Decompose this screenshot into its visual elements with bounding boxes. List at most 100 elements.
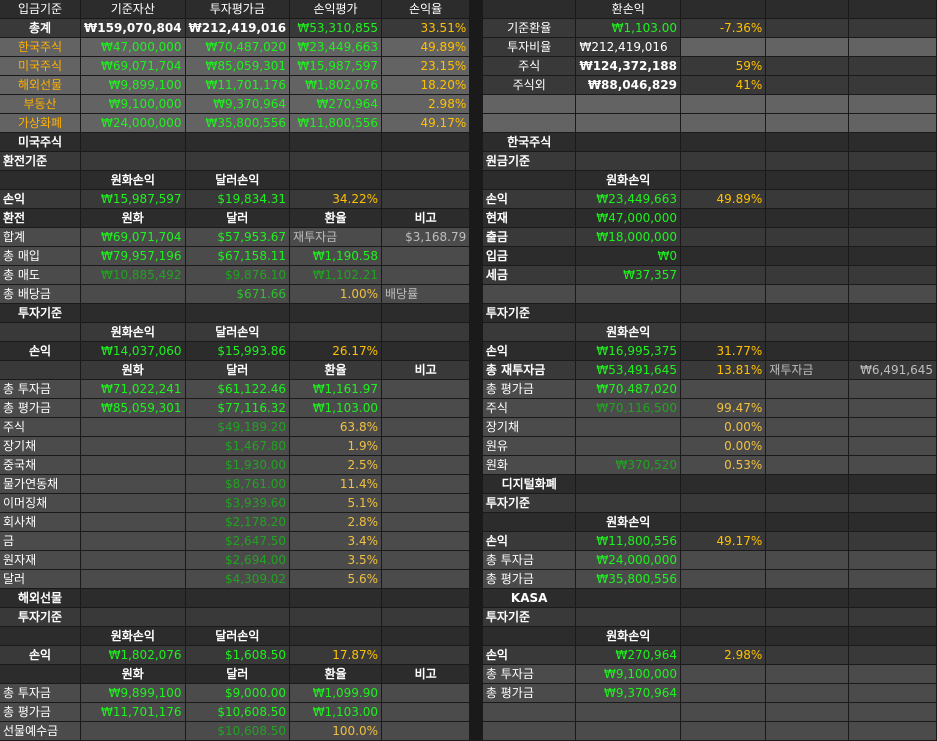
sheet-cell[interactable] bbox=[765, 227, 849, 247]
sheet-cell[interactable]: 투자기준 bbox=[0, 607, 82, 627]
sheet-cell[interactable]: 재투자금 bbox=[765, 360, 849, 380]
sheet-cell[interactable] bbox=[848, 151, 937, 171]
sheet-cell[interactable]: $10,608.50 bbox=[185, 702, 291, 722]
sheet-cell[interactable] bbox=[381, 417, 471, 437]
sheet-cell[interactable] bbox=[381, 436, 471, 456]
sheet-cell[interactable] bbox=[575, 417, 681, 437]
sheet-cell[interactable]: ₩85,059,301 bbox=[185, 56, 291, 76]
sheet-cell[interactable] bbox=[185, 588, 291, 608]
sheet-cell[interactable] bbox=[680, 512, 767, 532]
sheet-cell[interactable]: 손익 bbox=[482, 531, 577, 551]
sheet-cell[interactable] bbox=[848, 588, 937, 608]
sheet-cell[interactable] bbox=[765, 436, 849, 456]
sheet-cell[interactable] bbox=[680, 0, 767, 19]
sheet-cell[interactable]: 비고 bbox=[381, 360, 471, 380]
sheet-cell[interactable] bbox=[381, 151, 471, 171]
sheet-cell[interactable] bbox=[765, 56, 849, 76]
sheet-cell[interactable] bbox=[848, 683, 937, 703]
sheet-cell[interactable]: 원화 bbox=[80, 664, 186, 684]
sheet-cell[interactable] bbox=[765, 569, 849, 589]
sheet-cell[interactable]: ₩9,370,964 bbox=[185, 94, 291, 114]
sheet-cell[interactable]: $15,993.86 bbox=[185, 341, 291, 361]
sheet-cell[interactable]: ₩24,000,000 bbox=[80, 113, 186, 133]
sheet-cell[interactable] bbox=[765, 645, 849, 665]
sheet-cell[interactable]: 장기채 bbox=[0, 436, 82, 456]
sheet-cell[interactable] bbox=[289, 607, 382, 627]
sheet-cell[interactable]: 현재 bbox=[482, 208, 577, 228]
sheet-cell[interactable] bbox=[765, 246, 849, 266]
sheet-cell[interactable]: 2.5% bbox=[289, 455, 382, 475]
sheet-cell[interactable] bbox=[848, 702, 937, 722]
sheet-cell[interactable] bbox=[381, 512, 471, 532]
sheet-cell[interactable] bbox=[765, 379, 849, 399]
sheet-cell[interactable] bbox=[848, 379, 937, 399]
sheet-cell[interactable] bbox=[482, 512, 577, 532]
sheet-cell[interactable] bbox=[765, 721, 849, 741]
sheet-cell[interactable]: 1.00% bbox=[289, 284, 382, 304]
sheet-cell[interactable]: 투자기준 bbox=[0, 303, 82, 323]
sheet-cell[interactable] bbox=[765, 151, 849, 171]
sheet-cell[interactable] bbox=[381, 265, 471, 285]
sheet-cell[interactable] bbox=[575, 284, 681, 304]
sheet-cell[interactable]: ₩70,487,020 bbox=[185, 37, 291, 57]
sheet-cell[interactable]: ₩6,491,645 bbox=[848, 360, 937, 380]
sheet-cell[interactable] bbox=[848, 436, 937, 456]
sheet-cell[interactable] bbox=[185, 303, 291, 323]
sheet-cell[interactable] bbox=[680, 493, 767, 513]
sheet-cell[interactable]: 세금 bbox=[482, 265, 577, 285]
sheet-cell[interactable] bbox=[680, 550, 767, 570]
sheet-cell[interactable] bbox=[289, 303, 382, 323]
sheet-cell[interactable]: 99.47% bbox=[680, 398, 767, 418]
sheet-cell[interactable]: ₩1,802,076 bbox=[80, 645, 186, 665]
sheet-cell[interactable] bbox=[680, 322, 767, 342]
sheet-cell[interactable] bbox=[765, 607, 849, 627]
sheet-cell[interactable]: ₩23,449,663 bbox=[289, 37, 382, 57]
sheet-cell[interactable]: 원화손익 bbox=[575, 626, 681, 646]
sheet-cell[interactable] bbox=[848, 550, 937, 570]
sheet-cell[interactable] bbox=[0, 626, 82, 646]
sheet-cell[interactable] bbox=[848, 569, 937, 589]
sheet-cell[interactable]: 비고 bbox=[381, 208, 471, 228]
sheet-cell[interactable]: 18.20% bbox=[381, 75, 471, 95]
sheet-cell[interactable] bbox=[680, 588, 767, 608]
sheet-cell[interactable] bbox=[680, 170, 767, 190]
sheet-cell[interactable] bbox=[482, 322, 577, 342]
sheet-cell[interactable]: 달러 bbox=[185, 360, 291, 380]
sheet-cell[interactable] bbox=[482, 702, 577, 722]
sheet-cell[interactable]: ₩14,037,060 bbox=[80, 341, 186, 361]
sheet-cell[interactable] bbox=[765, 474, 849, 494]
sheet-cell[interactable]: 총 투자금 bbox=[482, 550, 577, 570]
sheet-cell[interactable] bbox=[680, 132, 767, 152]
sheet-cell[interactable] bbox=[765, 94, 849, 114]
sheet-cell[interactable]: 주식 bbox=[482, 56, 577, 76]
sheet-cell[interactable] bbox=[765, 512, 849, 532]
sheet-cell[interactable]: 미국주식 bbox=[0, 56, 82, 76]
sheet-cell[interactable]: 49.17% bbox=[381, 113, 471, 133]
sheet-cell[interactable]: 49.89% bbox=[381, 37, 471, 57]
sheet-cell[interactable]: 총 매도 bbox=[0, 265, 82, 285]
sheet-cell[interactable] bbox=[848, 113, 937, 133]
sheet-cell[interactable] bbox=[848, 531, 937, 551]
sheet-cell[interactable]: ₩85,059,301 bbox=[80, 398, 186, 418]
sheet-cell[interactable]: 11.4% bbox=[289, 474, 382, 494]
sheet-cell[interactable]: 2.8% bbox=[289, 512, 382, 532]
sheet-cell[interactable]: 49.89% bbox=[680, 189, 767, 209]
sheet-cell[interactable] bbox=[765, 417, 849, 437]
sheet-cell[interactable]: ₩1,102.21 bbox=[289, 265, 382, 285]
sheet-cell[interactable] bbox=[848, 493, 937, 513]
sheet-cell[interactable] bbox=[289, 626, 382, 646]
sheet-cell[interactable] bbox=[381, 702, 471, 722]
sheet-cell[interactable]: 환손익 bbox=[575, 0, 681, 19]
sheet-cell[interactable]: 총 투자금 bbox=[0, 379, 82, 399]
sheet-cell[interactable] bbox=[381, 683, 471, 703]
sheet-cell[interactable] bbox=[765, 664, 849, 684]
sheet-cell[interactable]: $2,694.00 bbox=[185, 550, 291, 570]
sheet-cell[interactable]: $3,168.79 bbox=[381, 227, 471, 247]
sheet-cell[interactable]: ₩24,000,000 bbox=[575, 550, 681, 570]
sheet-cell[interactable]: KASA bbox=[482, 588, 577, 608]
sheet-cell[interactable]: $2,178.20 bbox=[185, 512, 291, 532]
sheet-cell[interactable] bbox=[680, 151, 767, 171]
sheet-cell[interactable]: 주식 bbox=[482, 398, 577, 418]
sheet-cell[interactable] bbox=[765, 284, 849, 304]
sheet-cell[interactable]: ₩370,520 bbox=[575, 455, 681, 475]
